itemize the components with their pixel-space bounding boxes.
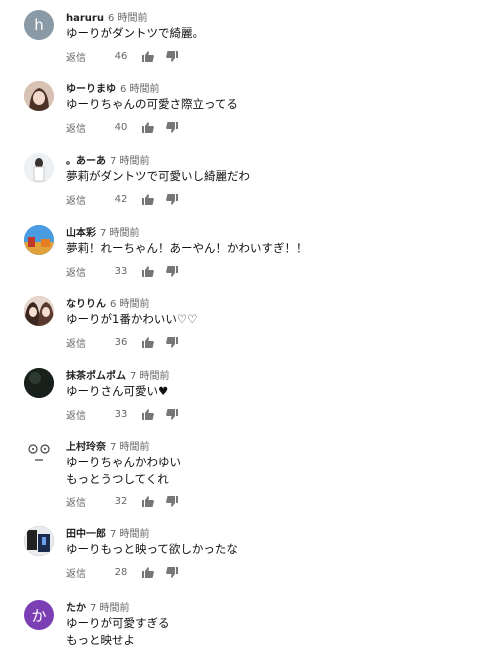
thumb-up-icon[interactable] — [140, 494, 156, 508]
comment-time[interactable]: 6 時間前 — [110, 299, 150, 310]
comment-meta: haruru 6 時間前 — [66, 9, 148, 24]
comment-line: ゆーりがダントツで綺麗。 — [66, 26, 204, 40]
comment-text: 夢莉！れーちゃん！あーやん！かわいすぎ！！ — [66, 240, 308, 257]
comment-author[interactable]: 抹茶ポムポム — [66, 371, 126, 382]
thumb-down-icon[interactable] — [164, 335, 180, 349]
comment-text: ゆーりさん可愛い♥ — [66, 383, 168, 400]
comment-actions: 返信 40 — [66, 120, 180, 135]
comment-author[interactable]: 。あーあ — [66, 156, 106, 167]
thumb-down-icon[interactable] — [164, 49, 180, 63]
avatar[interactable] — [24, 368, 54, 398]
comment-actions: 返信 33 — [66, 407, 180, 422]
comment-text: ゆーりがダントツで綺麗。 — [66, 25, 204, 42]
comment-author[interactable]: 田中一郎 — [66, 529, 106, 540]
comment-actions: 返信 28 — [66, 565, 180, 580]
comment-meta: 。あーあ 7 時間前 — [66, 152, 150, 167]
comment-text: 夢莉がダントツで可愛いし綺麗だわ — [66, 168, 250, 185]
avatar-letter: か — [31, 606, 47, 625]
comment-line: ゆーりさん可愛い♥ — [66, 384, 169, 398]
comment-time[interactable]: 6 時間前 — [108, 13, 148, 24]
comment-line: ゆーりが可愛すぎる — [66, 616, 170, 630]
thumb-up-icon[interactable] — [140, 565, 156, 579]
comment-time[interactable]: 7 時間前 — [100, 228, 140, 239]
comment-line: ゆーりが1番かわいい♡♡ — [66, 312, 198, 326]
comment-actions: 返信 46 — [66, 49, 180, 64]
comment-actions: 返信 32 — [66, 494, 180, 509]
thumb-up-icon[interactable] — [140, 264, 156, 278]
thumb-up-icon[interactable] — [140, 120, 156, 134]
like-count: 32 — [114, 495, 128, 507]
thumb-down-icon[interactable] — [164, 407, 180, 421]
avatar[interactable]: h — [24, 10, 54, 40]
reply-button[interactable]: 返信 — [66, 120, 104, 135]
comment-line: ゆーりもっと映って欲しかったな — [66, 542, 238, 556]
comment-author[interactable]: なりりん — [66, 299, 106, 310]
reply-button[interactable]: 返信 — [66, 407, 104, 422]
like-count: 40 — [114, 121, 128, 133]
comment-meta: 上村玲奈 7 時間前 — [66, 438, 150, 453]
avatar[interactable] — [24, 439, 54, 469]
comment-line: もっと映せよ — [66, 633, 135, 647]
comment-meta: なりりん 6 時間前 — [66, 295, 150, 310]
avatar-letter: h — [34, 16, 44, 34]
reply-button[interactable]: 返信 — [66, 335, 104, 350]
reply-button[interactable]: 返信 — [66, 565, 104, 580]
like-count: 46 — [114, 50, 128, 62]
avatar[interactable] — [24, 81, 54, 111]
comment-meta: ゆーりまゆ 6 時間前 — [66, 80, 160, 95]
thumb-up-icon[interactable] — [140, 407, 156, 421]
comment-meta: 抹茶ポムポム 7 時間前 — [66, 367, 170, 382]
comment-line: ゆーりちゃんの可愛さ際立ってる — [66, 97, 238, 111]
avatar[interactable] — [24, 153, 54, 183]
thumb-up-icon[interactable] — [140, 192, 156, 206]
comment-line: もっとうつしてくれ — [66, 472, 169, 486]
comment-time[interactable]: 7 時間前 — [90, 603, 130, 614]
thumb-down-icon[interactable] — [164, 565, 180, 579]
comment-author[interactable]: 上村玲奈 — [66, 442, 106, 453]
thumb-down-icon[interactable] — [164, 494, 180, 508]
comment-line: ゆーりちゃんかわゆい — [66, 455, 181, 469]
comment-actions: 返信 36 — [66, 335, 180, 350]
comment-text: ゆーりが1番かわいい♡♡ — [66, 311, 197, 328]
like-count: 28 — [114, 566, 128, 578]
comment-line: 夢莉！れーちゃん！あーやん！かわいすぎ！！ — [66, 241, 308, 255]
comment-meta: 山本彩 7 時間前 — [66, 224, 140, 239]
comment-text: ゆーりが可愛すぎる もっと映せよ — [66, 615, 170, 649]
thumb-down-icon[interactable] — [164, 120, 180, 134]
comment-time[interactable]: 7 時間前 — [130, 371, 170, 382]
comment-author[interactable]: haruru — [66, 13, 104, 24]
avatar[interactable] — [24, 296, 54, 326]
thumb-down-icon[interactable] — [164, 192, 180, 206]
comment-text: ゆーりちゃんの可愛さ際立ってる — [66, 96, 238, 113]
thumb-up-icon[interactable] — [140, 335, 156, 349]
like-count: 42 — [114, 193, 128, 205]
comment-time[interactable]: 7 時間前 — [110, 529, 150, 540]
thumb-up-icon[interactable] — [140, 49, 156, 63]
comment-author[interactable]: たか — [66, 603, 86, 614]
reply-button[interactable]: 返信 — [66, 192, 104, 207]
comment-time[interactable]: 6 時間前 — [120, 84, 160, 95]
comment-author[interactable]: 山本彩 — [66, 228, 96, 239]
comment-actions: 返信 33 — [66, 264, 180, 279]
comment-meta: たか 7 時間前 — [66, 599, 130, 614]
comment-time[interactable]: 7 時間前 — [110, 442, 150, 453]
comment-text: ゆーりちゃんかわゆい もっとうつしてくれ — [66, 454, 181, 488]
like-count: 36 — [114, 336, 128, 348]
reply-button[interactable]: 返信 — [66, 494, 104, 509]
comment-line: 夢莉がダントツで可愛いし綺麗だわ — [66, 169, 250, 183]
avatar[interactable]: か — [24, 600, 54, 630]
comment-time[interactable]: 7 時間前 — [110, 156, 150, 167]
avatar[interactable] — [24, 225, 54, 255]
reply-button[interactable]: 返信 — [66, 49, 104, 64]
comment-text: ゆーりもっと映って欲しかったな — [66, 541, 238, 558]
like-count: 33 — [114, 408, 128, 420]
comment-meta: 田中一郎 7 時間前 — [66, 525, 150, 540]
comment-author[interactable]: ゆーりまゆ — [66, 84, 116, 95]
thumb-down-icon[interactable] — [164, 264, 180, 278]
like-count: 33 — [114, 265, 128, 277]
reply-button[interactable]: 返信 — [66, 264, 104, 279]
comment-actions: 返信 42 — [66, 192, 180, 207]
avatar[interactable] — [24, 526, 54, 556]
